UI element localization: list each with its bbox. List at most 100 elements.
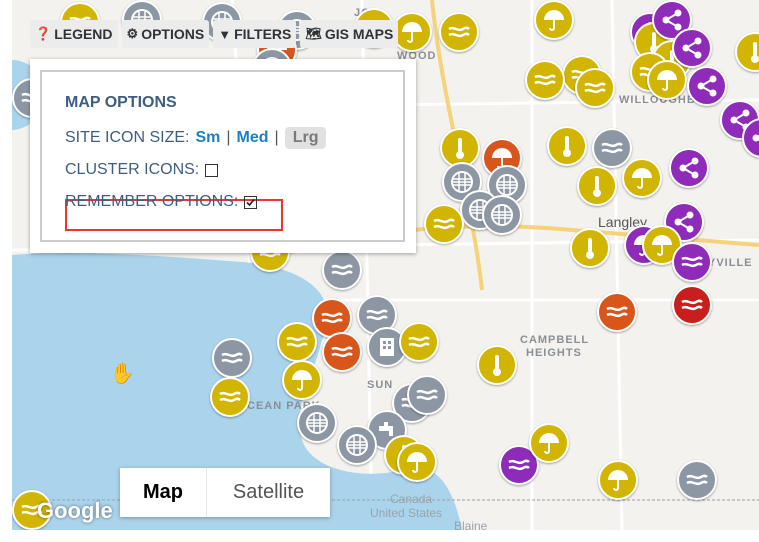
legend-label: LEGEND xyxy=(54,26,113,42)
site-marker-umbrella[interactable] xyxy=(622,158,662,198)
site-marker-river[interactable] xyxy=(592,128,632,168)
umbrella-icon xyxy=(608,470,628,491)
cluster-icons-row: CLUSTER ICONS: xyxy=(65,161,219,179)
site-marker-river[interactable] xyxy=(677,460,717,500)
site-marker-river[interactable] xyxy=(525,60,565,100)
share-icon xyxy=(679,157,699,179)
river-icon xyxy=(433,218,455,230)
umbrella-icon xyxy=(632,168,652,189)
size-lrg-button[interactable]: Lrg xyxy=(284,127,327,149)
map-label-sunnyside: SUN xyxy=(367,379,394,391)
remember-options-row: REMEMBER OPTIONS: xyxy=(65,193,258,211)
river-icon xyxy=(331,264,353,276)
filter-icon: ▼ xyxy=(218,26,232,42)
share-icon xyxy=(697,75,717,97)
site-marker-river[interactable] xyxy=(277,322,317,362)
umbrella-icon xyxy=(544,10,564,31)
share-icon xyxy=(682,37,702,59)
google-logo: Google xyxy=(37,498,113,523)
site-marker-thermo[interactable] xyxy=(547,126,587,166)
site-marker-river[interactable] xyxy=(399,322,439,362)
grid-icon xyxy=(306,412,328,434)
river-icon xyxy=(681,256,703,268)
grid-icon xyxy=(491,204,513,226)
river-icon xyxy=(219,391,241,403)
site-marker-grid[interactable] xyxy=(297,403,337,443)
site-marker-umbrella[interactable] xyxy=(534,0,574,40)
umbrella-icon xyxy=(652,235,672,256)
legend-button[interactable]: ❓ LEGEND xyxy=(30,20,118,48)
site-marker-river[interactable] xyxy=(210,377,250,417)
map-options-title: MAP OPTIONS xyxy=(65,94,177,111)
map-type-satellite-button[interactable]: Satellite xyxy=(207,468,330,517)
map-label-campbell: CAMPBELL xyxy=(520,334,590,346)
river-icon xyxy=(508,459,530,471)
size-med-link[interactable]: Med xyxy=(237,129,269,147)
river-icon xyxy=(221,352,243,364)
remember-options-checkbox[interactable] xyxy=(244,195,258,209)
size-sm-link[interactable]: Sm xyxy=(195,129,220,147)
cluster-icons-checkbox[interactable] xyxy=(205,163,219,177)
site-marker-river[interactable] xyxy=(322,250,362,290)
site-marker-share[interactable] xyxy=(672,28,712,68)
map-label-yville: YVILLE xyxy=(708,257,753,269)
site-marker-river[interactable] xyxy=(597,292,637,332)
river-icon xyxy=(416,389,438,401)
filters-label: FILTERS xyxy=(234,26,292,42)
river-icon xyxy=(534,74,556,86)
map-toolbar: ❓ LEGEND ⚙ OPTIONS ▼ FILTERS 🗺 GIS MAPS xyxy=(30,20,399,48)
umbrella-icon xyxy=(292,370,312,391)
separator: | xyxy=(274,129,279,146)
site-marker-share[interactable] xyxy=(669,148,709,188)
river-icon xyxy=(601,142,623,154)
remember-options-label: REMEMBER OPTIONS: xyxy=(65,193,239,210)
options-label: OPTIONS xyxy=(141,26,205,42)
map-label-heights: HEIGHTS xyxy=(526,347,582,359)
umbrella-icon xyxy=(407,452,427,473)
site-marker-river[interactable] xyxy=(575,68,615,108)
site-marker-umbrella[interactable] xyxy=(397,442,437,482)
site-marker-river[interactable] xyxy=(672,242,712,282)
site-marker-umbrella[interactable] xyxy=(529,423,569,463)
site-marker-umbrella[interactable] xyxy=(598,460,638,500)
thermo-icon xyxy=(493,355,501,376)
site-marker-thermo[interactable] xyxy=(577,166,617,206)
umbrella-icon xyxy=(539,433,559,454)
map-type-map-button[interactable]: Map xyxy=(120,468,206,517)
river-icon xyxy=(331,346,353,358)
river-icon xyxy=(448,26,470,38)
thermo-icon xyxy=(751,42,759,63)
site-marker-share[interactable] xyxy=(687,66,727,106)
site-marker-river[interactable] xyxy=(424,204,464,244)
filters-button[interactable]: ▼ FILTERS xyxy=(213,20,297,48)
site-marker-river[interactable] xyxy=(322,332,362,372)
site-marker-thermo[interactable] xyxy=(477,345,517,385)
options-button[interactable]: ⚙ OPTIONS xyxy=(121,20,210,48)
site-marker-river[interactable] xyxy=(212,338,252,378)
site-icon-size-row: SITE ICON SIZE: Sm | Med | Lrg xyxy=(65,127,327,149)
site-marker-river[interactable] xyxy=(407,375,447,415)
share-icon xyxy=(752,134,759,142)
map-label-blaine: Blaine xyxy=(454,519,488,530)
thermo-icon xyxy=(586,238,594,259)
site-marker-grid[interactable] xyxy=(337,425,377,465)
site-marker-umbrella[interactable] xyxy=(647,60,687,100)
river-icon xyxy=(366,309,388,321)
river-icon xyxy=(606,306,628,318)
thermo-icon xyxy=(563,136,571,157)
site-marker-river[interactable] xyxy=(439,12,479,52)
river-icon xyxy=(686,474,708,486)
thermo-icon xyxy=(593,176,601,197)
site-marker-umbrella[interactable] xyxy=(282,360,322,400)
thermo-icon xyxy=(456,138,464,159)
site-marker-grid[interactable] xyxy=(482,195,522,235)
site-marker-thermo[interactable] xyxy=(570,228,610,268)
question-circle-icon: ❓ xyxy=(35,26,52,41)
gis-maps-button[interactable]: 🗺 GIS MAPS xyxy=(300,20,399,48)
grid-icon xyxy=(346,434,368,456)
umbrella-icon xyxy=(657,70,677,91)
site-icon-size-label: SITE ICON SIZE: xyxy=(65,129,190,146)
site-marker-river[interactable] xyxy=(672,285,712,325)
river-icon xyxy=(321,312,343,324)
separator: | xyxy=(226,129,231,146)
